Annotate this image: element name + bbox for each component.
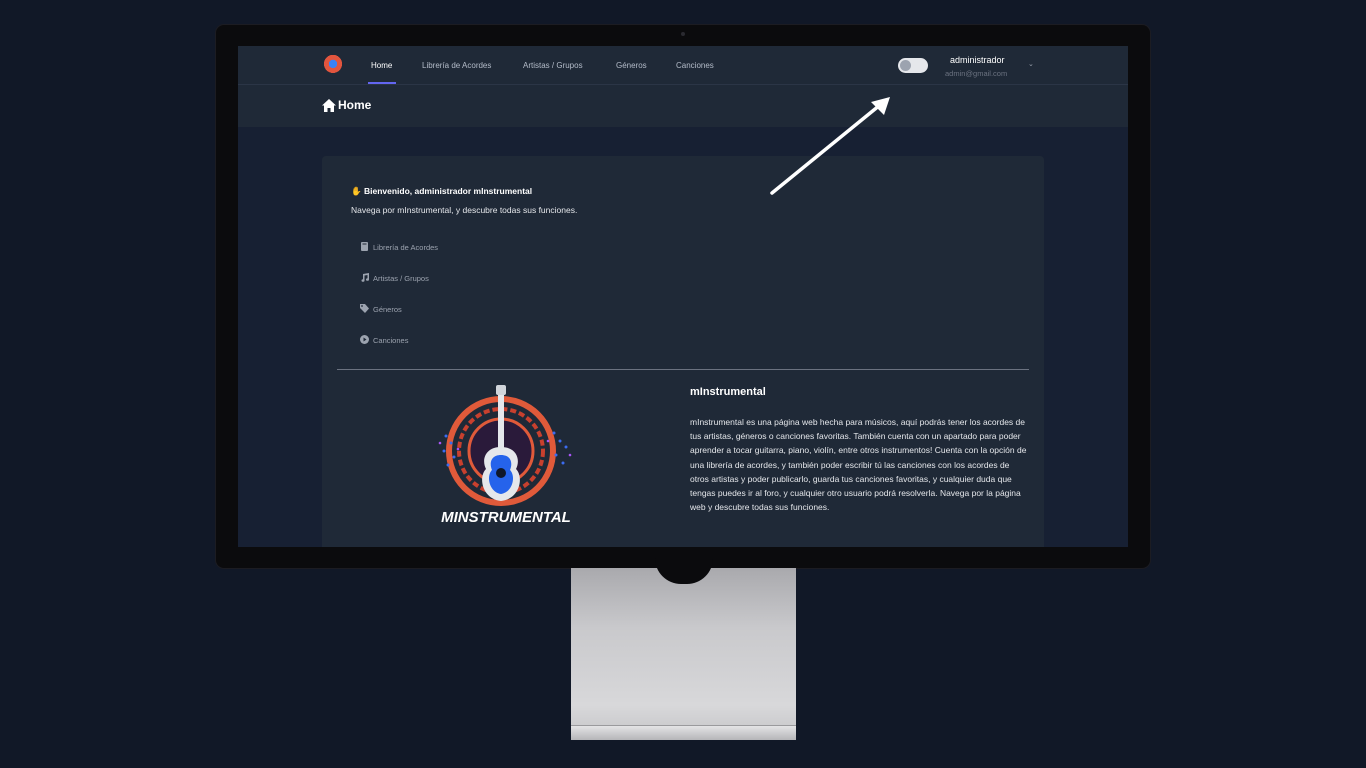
camera-dot: [681, 32, 685, 36]
navbar: Home Librería de Acordes Artistas / Grup…: [238, 46, 1128, 85]
nav-link-libreria[interactable]: Librería de Acordes: [422, 61, 491, 70]
stand-cutout: [655, 558, 713, 584]
app-logo[interactable]: [322, 54, 344, 76]
wave-hand-icon: ✋: [351, 186, 362, 196]
feature-label: Librería de Acordes: [373, 243, 439, 252]
feature-label: Canciones: [373, 336, 409, 345]
play-circle-icon: [360, 335, 369, 344]
about-description: mInstrumental es una página web hecha pa…: [690, 417, 1027, 513]
monitor-frame: Home Librería de Acordes Artistas / Grup…: [216, 25, 1150, 568]
page-title: Home: [338, 98, 372, 112]
stand-foot: [571, 725, 796, 740]
minstrumental-logo: MINSTRUMENTAL: [438, 385, 572, 526]
page-header: Home: [238, 85, 1128, 127]
divider: [337, 369, 1029, 370]
active-tab-indicator: [368, 82, 396, 84]
nav-link-artistas[interactable]: Artistas / Grupos: [523, 61, 583, 70]
welcome-card: ✋ Bienvenido, administrador mInstrumenta…: [322, 156, 1044, 547]
user-name[interactable]: administrador: [950, 55, 1005, 65]
nav-link-canciones[interactable]: Canciones: [676, 61, 714, 70]
about-title: mInstrumental: [690, 386, 766, 398]
home-icon: [322, 99, 336, 112]
feature-label: Artistas / Grupos: [373, 274, 429, 283]
nav-link-generos[interactable]: Géneros: [616, 61, 647, 70]
chevron-down-icon[interactable]: ⌄: [1028, 60, 1034, 68]
toggle-knob: [900, 60, 911, 71]
music-note-icon: [361, 273, 369, 282]
feature-item-libreria[interactable]: Librería de Acordes: [360, 242, 438, 252]
tag-icon: [360, 304, 369, 313]
theme-toggle[interactable]: [898, 58, 928, 73]
welcome-heading-text: Bienvenido, administrador mInstrumental: [363, 186, 533, 196]
welcome-subtitle: Navega por mInstrumental, y descubre tod…: [351, 205, 578, 215]
user-email: admin@gmail.com: [945, 69, 1008, 78]
feature-label: Géneros: [373, 305, 402, 314]
logo-text: MINSTRUMENTAL: [441, 509, 571, 526]
nav-link-home[interactable]: Home: [371, 61, 392, 70]
feature-item-artistas[interactable]: Artistas / Grupos: [360, 273, 429, 283]
welcome-heading: ✋ Bienvenido, administrador mInstrumenta…: [351, 186, 532, 197]
feature-item-generos[interactable]: Géneros: [360, 304, 402, 314]
screen: Home Librería de Acordes Artistas / Grup…: [238, 46, 1128, 547]
monitor-stand: [571, 558, 796, 740]
book-icon: [361, 242, 368, 251]
feature-item-canciones[interactable]: Canciones: [360, 335, 408, 345]
